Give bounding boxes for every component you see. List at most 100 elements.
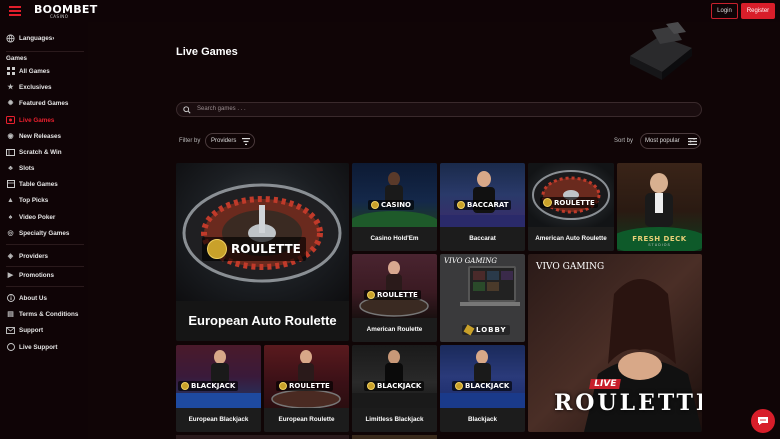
roulette-wheel-image (528, 163, 614, 227)
sidebar-item-specialty-games[interactable]: ◎ Specialty Games (6, 227, 69, 239)
table-icon (6, 180, 15, 189)
blackjack-badge: BLACKJACK (364, 381, 425, 391)
roulette-badge: ROULETTE (540, 197, 598, 208)
languages-selector[interactable]: Languages › (6, 32, 54, 44)
thumb-icon: ▲ (7, 196, 14, 204)
sidebar-item-slots[interactable]: ♣ Slots (6, 162, 34, 174)
chat-icon (6, 343, 15, 352)
vivo-gaming-logo: VIVO GAMING (444, 257, 498, 265)
bell-icon: ◉ (7, 133, 14, 140)
register-button[interactable]: Register (741, 3, 775, 19)
divider (6, 244, 84, 245)
game-tile-blackjack[interactable]: BLACKJACK Blackjack (440, 345, 525, 432)
search-input[interactable]: Search games . . . (197, 106, 246, 112)
sort-select[interactable]: Most popular (640, 133, 701, 149)
sidebar-item-providers[interactable]: ◈ Providers (6, 250, 48, 262)
sidebar-item-terms[interactable]: ▤ Terms & Conditions (6, 308, 78, 320)
dealer-image (352, 345, 437, 408)
game-tile-european-roulette[interactable]: ROULETTE European Roulette (264, 345, 349, 432)
tile-caption: European Auto Roulette (176, 301, 349, 341)
fresh-deck-sub: STUDIOS (648, 243, 671, 247)
live-dealer-table-icon (622, 22, 698, 86)
fresh-deck-logo: FRESH DECK (632, 235, 687, 243)
game-tile-casino-holdem[interactable]: CASINO Casino Hold'Em (352, 163, 437, 251)
sidebar-item-live-games[interactable]: Live Games (6, 114, 54, 126)
info-icon (6, 294, 15, 303)
sidebar-item-video-poker[interactable]: ♠ Video Poker (6, 211, 56, 223)
roulette-wheel-image (176, 163, 349, 303)
tile-caption: Limitless Blackjack (352, 408, 437, 432)
chat-bubble-icon (758, 417, 768, 425)
game-tile-fresh-deck-studios[interactable]: FRESH DECK STUDIOS (617, 163, 702, 251)
game-tile-limitless-blackjack[interactable]: BLACKJACK Limitless Blackjack (352, 345, 437, 432)
megaphone-icon: ▶ (7, 272, 14, 279)
divider (6, 266, 84, 267)
game-tile-american-auto-roulette[interactable]: ROULETTE American Auto Roulette (528, 163, 614, 251)
blackjack-badge: BLACKJACK (178, 381, 239, 391)
coin-icon (279, 382, 287, 390)
divider (6, 51, 84, 52)
login-button[interactable]: Login (711, 3, 738, 19)
tile-caption: Blackjack (440, 408, 525, 432)
tile-row-partial (352, 435, 437, 439)
document-icon: ▤ (7, 311, 14, 318)
vivo-gaming-logo: VIVO GAMING (536, 262, 605, 272)
sort-icon (688, 138, 697, 145)
coin-icon (457, 201, 465, 209)
coin-icon (207, 239, 227, 259)
sidebar-item-all-games[interactable]: All Games (6, 65, 50, 77)
ticket-icon (6, 148, 15, 157)
sidebar-item-exclusives[interactable]: ★ Exclusives (6, 81, 51, 93)
tile-caption: Casino Hold'Em (352, 227, 437, 251)
mail-icon (6, 326, 15, 335)
sidebar-item-promotions[interactable]: ▶ Promotions (6, 269, 54, 281)
live-icon (6, 116, 15, 125)
roulette-title: ROULETTE (554, 390, 702, 416)
tile-row-partial (176, 435, 349, 439)
globe-icon: ◎ (7, 230, 14, 237)
sidebar-item-top-picks[interactable]: ▲ Top Picks (6, 194, 48, 206)
star-icon: ★ (7, 84, 14, 91)
top-bar: BOOMBET CASINO Login Register (0, 0, 780, 22)
coin-icon (371, 201, 379, 209)
game-tile-european-blackjack[interactable]: BLACKJACK European Blackjack (176, 345, 261, 432)
coin-icon (367, 291, 375, 299)
cherry-icon: ♣ (8, 164, 13, 172)
gear-icon: ✹ (7, 100, 14, 107)
roulette-badge: ROULETTE (364, 290, 421, 300)
search-bar[interactable]: Search games . . . (176, 102, 702, 117)
brand-logo[interactable]: BOOMBET CASINO (34, 3, 98, 19)
game-tile-baccarat[interactable]: BACCARAT Baccarat (440, 163, 525, 251)
cards-icon: ♠ (8, 213, 13, 221)
laptop-screen-image (468, 266, 516, 302)
live-chat-button[interactable] (751, 409, 775, 433)
sidebar-item-support[interactable]: Support (6, 324, 43, 336)
game-tile-american-roulette[interactable]: ROULETTE American Roulette (352, 254, 437, 342)
coin-icon (543, 198, 552, 207)
sort-label: Sort by (614, 138, 634, 144)
sidebar-item-about-us[interactable]: About Us (6, 292, 47, 304)
casino-badge: CASINO (368, 200, 415, 210)
sidebar-item-scratch-win[interactable]: Scratch & Win (6, 146, 62, 158)
sidebar-item-new-releases[interactable]: ◉ New Releases (6, 130, 61, 142)
blackjack-badge: BLACKJACK (452, 381, 513, 391)
game-tile-european-auto-roulette[interactable]: ROULETTE European Auto Roulette (176, 163, 349, 341)
grid-icon (6, 67, 15, 76)
dealer-image (176, 345, 261, 408)
search-icon (183, 106, 191, 114)
filter-label: Filter by (179, 138, 201, 144)
providers-filter-button[interactable]: Providers (205, 133, 255, 149)
game-tile-vivo-live-roulette[interactable]: VIVO GAMING LIVE ROULETTE (528, 254, 702, 432)
tile-caption: American Auto Roulette (528, 227, 614, 251)
filter-icon (242, 138, 250, 145)
live-label: LIVE (589, 379, 622, 389)
dealer-image (440, 163, 525, 227)
roulette-badge: ROULETTE (276, 381, 333, 391)
game-tile-vivo-lobby[interactable]: VIVO GAMING LOBBY (440, 254, 525, 342)
sidebar-item-table-games[interactable]: Table Games (6, 178, 58, 190)
sidebar: Languages › Games All Games ★ Exclusives … (0, 22, 88, 439)
sidebar-item-featured-games[interactable]: ✹ Featured Games (6, 97, 69, 109)
menu-icon[interactable] (9, 6, 21, 16)
globe-icon (6, 33, 15, 43)
sidebar-item-live-support[interactable]: Live Support (6, 341, 57, 353)
